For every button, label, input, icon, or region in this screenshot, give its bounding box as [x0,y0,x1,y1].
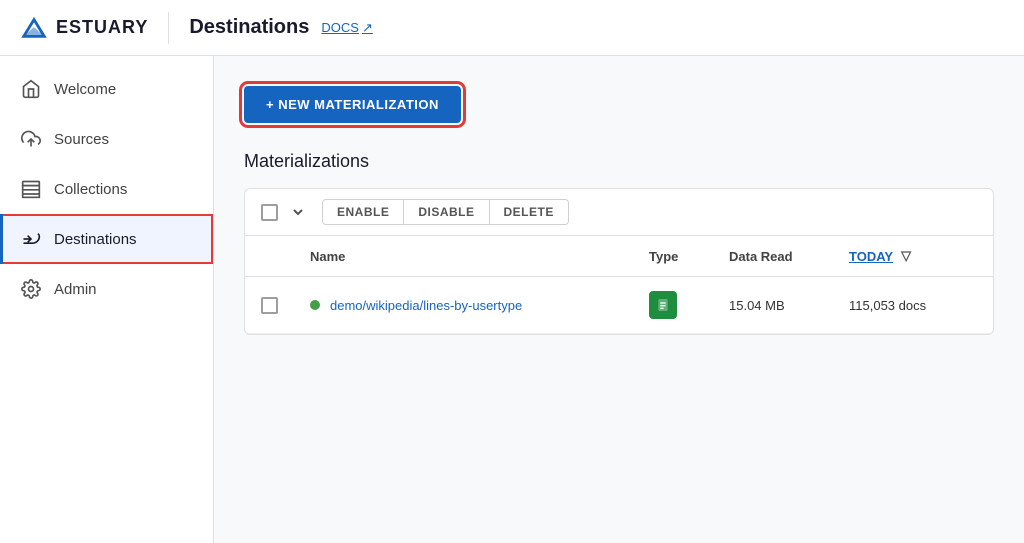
select-all-checkbox[interactable] [261,204,278,221]
logo: ESTUARY [20,14,148,42]
docs-label: DOCS [321,20,359,35]
filter-icon[interactable]: ▽ [901,248,911,264]
sidebar-item-destinations[interactable]: Destinations [0,214,213,264]
header-divider [168,12,169,44]
docs-link[interactable]: DOCS ↗ [321,20,372,36]
delete-button[interactable]: DELETE [490,199,569,225]
destinations-icon [20,228,42,250]
col-header-name: Name [294,236,633,277]
sidebar-item-welcome[interactable]: Welcome [0,64,213,114]
logo-icon [20,14,48,42]
header: ESTUARY Destinations DOCS ↗ [0,0,1024,56]
table-row: demo/wikipedia/lines-by-usertype [245,277,993,334]
select-all-checkbox-wrapper[interactable] [261,204,278,221]
google-sheets-icon [649,291,677,319]
row-name-link[interactable]: demo/wikipedia/lines-by-usertype [330,298,522,313]
section-title: Materializations [244,151,994,172]
col-header-checkbox [245,236,294,277]
col-header-type: Type [633,236,713,277]
table-toolbar: ENABLE DISABLE DELETE [245,189,993,236]
row-data-read-cell: 15.04 MB [713,277,833,334]
enable-button[interactable]: ENABLE [322,199,404,225]
sidebar-item-label-collections: Collections [54,181,127,198]
sidebar-item-collections[interactable]: Collections [0,164,213,214]
row-checkbox[interactable] [261,297,278,314]
external-link-icon: ↗ [362,20,373,36]
sidebar-item-label-welcome: Welcome [54,81,116,98]
status-dot [310,300,320,310]
row-checkbox-cell [245,277,294,334]
sidebar-item-label-destinations: Destinations [54,231,137,248]
new-materialization-button[interactable]: + NEW MATERIALIZATION [244,86,461,123]
row-type-cell [633,277,713,334]
sidebar-item-admin[interactable]: Admin [0,264,213,314]
page-title: Destinations [189,16,309,39]
database-icon [20,178,42,200]
home-icon [20,78,42,100]
col-header-today: TODAY ▽ [833,236,993,277]
row-name-cell: demo/wikipedia/lines-by-usertype [294,277,633,334]
settings-icon [20,278,42,300]
main-layout: Welcome Sources Collections [0,56,1024,543]
logo-text: ESTUARY [56,17,148,38]
upload-icon [20,128,42,150]
materializations-table: Name Type Data Read TODAY ▽ [245,236,993,334]
sidebar: Welcome Sources Collections [0,56,214,543]
dropdown-chevron-button[interactable] [286,200,310,224]
sidebar-item-label-sources: Sources [54,131,109,148]
sidebar-item-sources[interactable]: Sources [0,114,213,164]
content-area: + NEW MATERIALIZATION Materializations E… [214,56,1024,543]
sidebar-item-label-admin: Admin [54,281,97,298]
materializations-table-card: ENABLE DISABLE DELETE Name Type [244,188,994,335]
today-filter-link[interactable]: TODAY [849,249,893,264]
col-header-data-read: Data Read [713,236,833,277]
row-today-cell: 115,053 docs [833,277,993,334]
disable-button[interactable]: DISABLE [404,199,489,225]
table-header-row: Name Type Data Read TODAY ▽ [245,236,993,277]
